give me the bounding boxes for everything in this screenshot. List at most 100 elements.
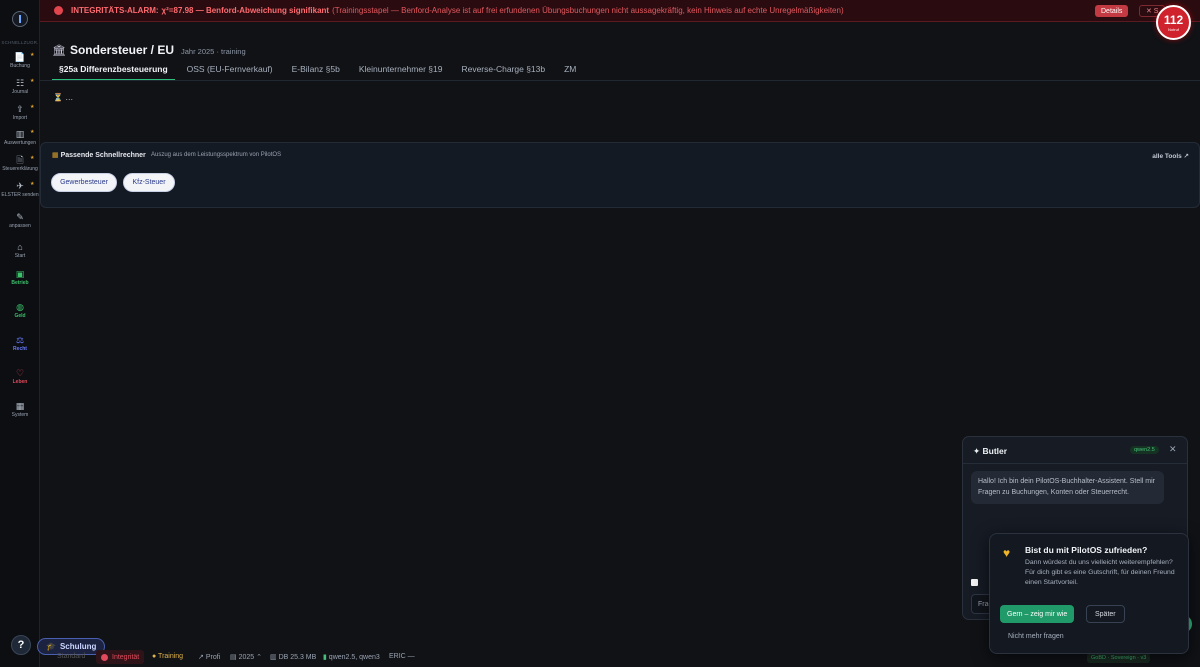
sidebar: SCHNELLZUGR. 📄 ★ Buchung ☷ ★ Journal ⇪ ★ Im… xyxy=(0,0,40,667)
survey-never-link[interactable]: Nicht mehr fragen xyxy=(1008,633,1064,640)
piggy-bank-icon: ◍ xyxy=(16,302,24,312)
briefcase-icon: ▣ xyxy=(15,269,25,279)
sidebar-item-label: Recht xyxy=(13,346,27,352)
status-training[interactable]: ● Training xyxy=(152,653,183,660)
loading-text: … xyxy=(65,93,74,102)
sidebar-item-import[interactable]: ⇪ ★ Import xyxy=(0,104,40,121)
close-icon[interactable]: ✕ xyxy=(1169,444,1177,455)
alert-dot-icon xyxy=(54,6,63,15)
home-icon: ⌂ xyxy=(17,242,23,252)
sidebar-item-label: System xyxy=(11,412,29,418)
chip-kfz-steuer[interactable]: Kfz-Steuer xyxy=(123,173,175,192)
integrity-alarm-banner: INTEGRITÄTS-ALARM: χ²=87.98 — Benford-Ab… xyxy=(40,0,1200,22)
tab-e-bilanz[interactable]: E-Bilanz §5b xyxy=(285,62,347,81)
status-integritaet[interactable]: Integrität xyxy=(96,650,145,664)
model-badge[interactable]: qwen2.5 xyxy=(1130,446,1159,454)
tab-divider xyxy=(40,80,1200,81)
survey-text: Dann würdest du uns vielleicht weiteremp… xyxy=(1025,559,1175,586)
heart-hand-icon: ♥ xyxy=(1003,546,1011,560)
training-label: Training xyxy=(158,653,184,660)
scale-icon: ⚖ xyxy=(15,335,25,345)
page-meta: Jahr 2025 · training xyxy=(181,47,246,56)
alarm-details-button[interactable]: Details xyxy=(1095,5,1129,17)
sidebar-item-leben[interactable]: ♡ Leben xyxy=(0,368,40,385)
all-tools-link[interactable]: alle Tools ↗ xyxy=(1152,152,1189,160)
sidebar-item-label: Start xyxy=(14,253,26,259)
alert-dot-icon xyxy=(101,653,108,661)
help-button[interactable]: ? xyxy=(11,635,31,655)
alarm-text: χ²=87.98 — Benford-Abweichung signifikan… xyxy=(161,6,330,15)
bank-icon: 🏛 xyxy=(52,45,66,57)
tab-zm[interactable]: ZM xyxy=(557,62,583,81)
star-icon: ★ xyxy=(30,78,35,84)
status-eric: ERIC — xyxy=(389,653,415,660)
butler-checkbox[interactable] xyxy=(971,579,978,586)
tab-reverse-charge[interactable]: Reverse-Charge §13b xyxy=(454,62,552,81)
notruf-label: Notruf xyxy=(1168,27,1179,32)
sidebar-item-label: Geld xyxy=(14,313,26,319)
sidebar-item-journal[interactable]: ☷ ★ Journal xyxy=(0,78,40,95)
sidebar-item-recht[interactable]: ⚖ Recht xyxy=(0,335,40,352)
survey-later-button[interactable]: Später xyxy=(1086,605,1125,623)
year-label: 2025 ⌃ xyxy=(238,654,262,661)
star-icon: ★ xyxy=(30,181,35,187)
sidebar-item-betrieb[interactable]: ▣ Betrieb xyxy=(0,269,40,286)
notruf-number: 112 xyxy=(1163,13,1184,27)
calculator-icon: ▦ xyxy=(52,152,59,159)
star-icon: ★ xyxy=(30,52,35,58)
butler-message: Hallo! Ich bin dein PilotOS-Buchhalter-A… xyxy=(971,471,1164,504)
heart-icon: ♡ xyxy=(15,368,25,378)
hourglass-icon: ⏳ xyxy=(53,93,63,102)
satisfaction-survey-popup: ♥ Bist du mit PilotOS zufrieden? Dann wü… xyxy=(989,533,1189,654)
alarm-detail: (Trainingsstapel — Benford-Analyse ist a… xyxy=(332,6,844,15)
survey-yes-button[interactable]: Gern – zeig mir wie xyxy=(1000,605,1075,623)
sidebar-item-label: Leben xyxy=(12,379,28,385)
page-title: Sondersteuer / EU xyxy=(69,43,174,57)
loading-indicator: ⏳ … xyxy=(53,93,73,102)
sidebar-item-elster-senden[interactable]: ✈ ★ ELSTER senden xyxy=(0,181,40,198)
sidebar-item-label: Journal xyxy=(11,89,29,95)
pilotos-logo[interactable] xyxy=(12,11,28,27)
survey-question: Bist du mit PilotOS zufrieden? xyxy=(1025,545,1148,555)
sidebar-item-label: Buchung xyxy=(10,63,30,69)
butler-header: ✦ Butler xyxy=(973,446,1007,457)
notruf-button[interactable]: 112 Notruf xyxy=(1156,5,1191,40)
sidebar-item-start[interactable]: ⌂ Start xyxy=(0,242,40,259)
panel-subtitle: Auszug aus dem Leistungsspektrum von Pil… xyxy=(151,152,282,158)
panel-title-text: Passende Schnellrechner xyxy=(60,152,146,159)
sidebar-item-steuererklaerung[interactable]: 🗎 ★ Steuererklärung xyxy=(0,155,40,172)
status-standard[interactable]: Standard xyxy=(57,653,85,660)
star-icon: ★ xyxy=(30,155,35,161)
page-header: 🏛 Sondersteuer / EU Jahr 2025 · training xyxy=(52,43,246,57)
butler-divider xyxy=(963,463,1187,464)
pencil-icon: ✎ xyxy=(16,212,24,222)
sidebar-item-buchung[interactable]: 📄 ★ Buchung xyxy=(0,52,40,69)
sidebar-item-system[interactable]: ▦ System xyxy=(0,401,40,418)
sidebar-item-anpassen[interactable]: ✎ anpassen xyxy=(0,212,40,229)
status-year[interactable]: ▤ 2025 ⌃ xyxy=(230,653,262,661)
tab-kleinunternehmer[interactable]: Kleinunternehmer §19 xyxy=(352,62,450,81)
sidebar-section-label: SCHNELLZUGR. xyxy=(1,40,39,45)
sparkle-icon: ✦ xyxy=(973,446,981,456)
status-db: ▥ DB 25.3 MB xyxy=(270,654,317,661)
schnellrechner-panel: ▦ Passende Schnellrechner Auszug aus dem… xyxy=(40,142,1200,208)
star-icon: ★ xyxy=(30,129,35,135)
tab-differenzbesteuerung[interactable]: §25a Differenzbesteuerung xyxy=(52,62,175,81)
models-label: qwen2.5, qwen3 xyxy=(328,654,380,661)
sidebar-item-auswertungen[interactable]: ▥ ★ Auswertungen xyxy=(0,129,40,146)
sidebar-item-label: anpassen xyxy=(9,223,31,229)
grid-icon: ▦ xyxy=(15,401,25,411)
sidebar-item-geld[interactable]: ◍ Geld xyxy=(0,302,40,319)
tab-oss[interactable]: OSS (EU-Fernverkauf) xyxy=(180,62,280,81)
status-models[interactable]: ▮ qwen2.5, qwen3 xyxy=(323,653,380,661)
chip-gewerbesteuer[interactable]: Gewerbesteuer xyxy=(51,173,117,192)
sidebar-item-label: Auswertungen xyxy=(4,140,36,146)
version-badge: GoBD · Sovereign · v3 xyxy=(1087,653,1151,663)
panel-title: ▦ Passende Schnellrechner xyxy=(52,151,146,159)
butler-title: Butler xyxy=(982,446,1008,456)
integritaet-label: Integrität xyxy=(112,653,140,661)
db-label: DB 25.3 MB xyxy=(278,654,317,661)
sidebar-item-label: Import xyxy=(12,115,28,121)
status-profi[interactable]: ↗ Profi xyxy=(198,653,220,661)
tab-bar: §25a Differenzbesteuerung OSS (EU-Fernve… xyxy=(52,62,588,81)
